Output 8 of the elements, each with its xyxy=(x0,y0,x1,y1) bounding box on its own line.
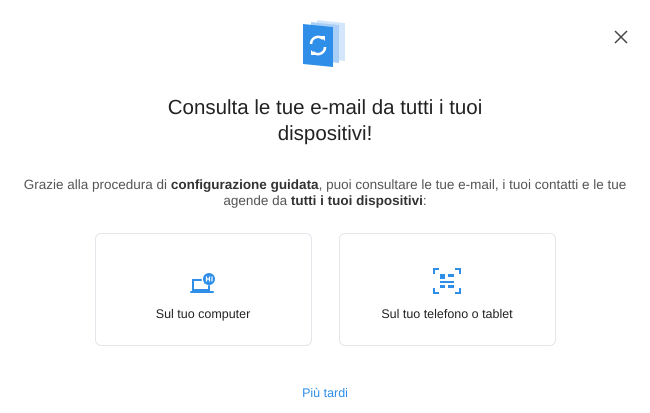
dialog-title: Consulta le tue e-mail da tutti i tuoi dispositivi! xyxy=(166,95,484,147)
laptop-chat-icon xyxy=(189,270,217,294)
option-card[interactable]: Sul tuo telefono o tablet xyxy=(338,233,556,346)
option-card[interactable]: Sul tuo computer xyxy=(94,233,312,346)
qr-code-scan-icon xyxy=(433,266,461,294)
close-button[interactable] xyxy=(612,28,630,46)
description-text: Grazie alla procedura di configurazione guidata, puoi consultare le tue e-mail, i tuoi contatti e le tue agende da tutti i tuoi dispositivi: xyxy=(22,177,628,209)
close-icon xyxy=(614,30,628,44)
